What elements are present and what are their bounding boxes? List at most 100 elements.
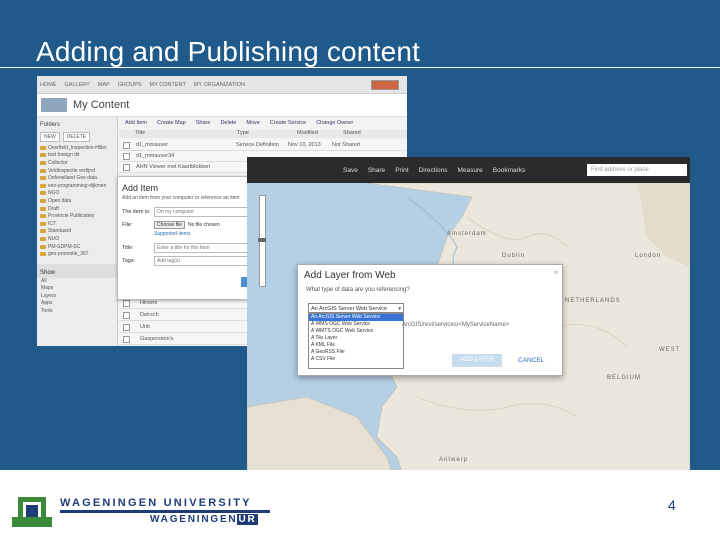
data-type-option[interactable]: A GeoRSS File bbox=[309, 349, 403, 356]
table-row[interactable]: d1_mmauser Service Definition Nov 10, 2013… bbox=[119, 140, 407, 151]
row-checkbox[interactable] bbox=[123, 152, 130, 160]
content-title: My Content bbox=[73, 99, 130, 111]
cell-title[interactable]: Hirsem bbox=[136, 300, 157, 306]
folder-item[interactable]: Veldinspectie verfijnd bbox=[37, 167, 117, 175]
nav-map[interactable]: MAP bbox=[98, 82, 110, 88]
folder-label: test foreign dir bbox=[48, 152, 80, 159]
folder-item[interactable]: Collector bbox=[37, 159, 117, 167]
map-save-button[interactable]: Save bbox=[343, 167, 358, 174]
url-hint: ArcGIS/rest/services/<MyServiceName> bbox=[402, 322, 510, 328]
page-number: 4 bbox=[668, 497, 676, 513]
folder-item[interactable]: Open data bbox=[37, 197, 117, 205]
close-icon[interactable]: × bbox=[553, 268, 558, 277]
nav-my-content[interactable]: MY CONTENT bbox=[150, 82, 186, 88]
item-is-label: The item is: bbox=[122, 208, 151, 215]
cell-title[interactable]: d1_mmauser bbox=[136, 142, 236, 148]
user-menu[interactable] bbox=[371, 79, 399, 90]
folder-label: eeo-programming-dijkmen bbox=[48, 182, 107, 189]
no-file-text: No file chosen bbox=[188, 221, 220, 228]
folder-label: NUO bbox=[48, 235, 60, 242]
show-filter-item[interactable]: Maps bbox=[37, 285, 117, 293]
folder-item[interactable]: geo-promotie_367 bbox=[37, 250, 117, 258]
create-map-button[interactable]: Create Map bbox=[157, 120, 186, 126]
folder-item[interactable]: PM-SDPM-SC bbox=[37, 243, 117, 251]
title-input[interactable]: Enter a title for this item bbox=[154, 242, 249, 253]
show-filter-item[interactable]: Tools bbox=[37, 308, 117, 316]
show-filter-item[interactable]: Apps bbox=[37, 300, 117, 308]
row-checkbox[interactable] bbox=[123, 141, 130, 149]
map-find-input[interactable]: Find address or place bbox=[587, 164, 687, 176]
row-checkbox[interactable] bbox=[123, 323, 130, 331]
wageningen-ur-wordmark: WAGENINGENUR bbox=[150, 514, 258, 525]
delete-folder-button[interactable]: DELETE bbox=[62, 132, 91, 142]
folder-item[interactable]: eeo-programming-dijkmen bbox=[37, 182, 117, 190]
show-filter-item[interactable]: All bbox=[37, 278, 117, 286]
move-button[interactable]: Move bbox=[246, 120, 259, 126]
data-type-option[interactable]: A Tile Layer bbox=[309, 335, 403, 342]
add-item-button[interactable]: Add Item bbox=[125, 120, 147, 126]
data-type-select[interactable]: An ArcGIS Server Web Service ▾ bbox=[308, 303, 404, 313]
nav-groups[interactable]: GROUPS bbox=[118, 82, 142, 88]
create-service-button[interactable]: Create Service bbox=[270, 120, 306, 126]
cell-title[interactable]: Deirsch bbox=[136, 312, 159, 318]
wordmark-ur: UR bbox=[237, 514, 258, 525]
top-nav: HOME GALLERY MAP GROUPS MY CONTENT MY OR… bbox=[37, 76, 407, 94]
supported-items-link[interactable]: Supported items bbox=[118, 231, 251, 237]
cell-title[interactable]: Gasperstein's bbox=[136, 336, 173, 342]
item-source-select[interactable]: On my computer bbox=[154, 206, 249, 217]
tags-input[interactable]: Add tag(s) bbox=[154, 255, 249, 266]
folder-icon bbox=[40, 214, 46, 219]
zoom-slider[interactable] bbox=[258, 195, 266, 287]
add-layer-button[interactable]: ADD LAYER bbox=[452, 354, 502, 367]
folder-item[interactable]: Overfield_Inspection-Hiller bbox=[37, 144, 117, 152]
nav-gallery[interactable]: GALLERY bbox=[65, 82, 90, 88]
col-shared[interactable]: Shared bbox=[343, 130, 361, 138]
map-toolbar: Save Share Print Directions Measure Book… bbox=[247, 157, 690, 183]
choose-file-button[interactable]: Choose file bbox=[154, 220, 186, 229]
folder-item[interactable]: Oefeneiland Geo data bbox=[37, 174, 117, 182]
delete-button[interactable]: Delete bbox=[220, 120, 236, 126]
row-checkbox[interactable] bbox=[123, 163, 130, 171]
folder-item[interactable]: Draft bbox=[37, 205, 117, 213]
map-print-button[interactable]: Print bbox=[395, 167, 408, 174]
map-share-button[interactable]: Share bbox=[368, 167, 385, 174]
cell-title[interactable]: AHN Viewer met Kaartblokken bbox=[136, 164, 236, 170]
row-checkbox[interactable] bbox=[123, 299, 130, 307]
col-title[interactable]: Title bbox=[119, 130, 195, 138]
cancel-button[interactable]: CANCEL bbox=[518, 354, 544, 367]
folder-item[interactable]: test foreign dir bbox=[37, 152, 117, 160]
folder-icon bbox=[40, 206, 46, 211]
zoom-slider-handle[interactable] bbox=[258, 238, 266, 242]
folder-icon bbox=[40, 198, 46, 203]
folder-item[interactable]: NUO bbox=[37, 235, 117, 243]
cell-shared: Not Shared bbox=[332, 142, 360, 148]
wageningen-logo-icon bbox=[12, 497, 52, 527]
folder-item[interactable]: Provincie Publicaties bbox=[37, 212, 117, 220]
show-filter-item[interactable]: Layers bbox=[37, 293, 117, 301]
share-button[interactable]: Share bbox=[196, 120, 211, 126]
nav-my-organization[interactable]: MY ORGANIZATION bbox=[194, 82, 245, 88]
cell-title[interactable]: d1_mmauser34 bbox=[136, 153, 236, 159]
data-type-option[interactable]: A WMTS OGC Web Service bbox=[309, 328, 403, 335]
data-type-option[interactable]: A WMS OGC Web Service bbox=[309, 321, 403, 328]
map-measure-button[interactable]: Measure bbox=[457, 167, 482, 174]
map-directions-button[interactable]: Directions bbox=[419, 167, 448, 174]
folder-label: Standaard bbox=[48, 228, 72, 235]
data-type-options: An ArcGIS Server Web Service A WMS OGC We… bbox=[308, 313, 404, 369]
col-modified[interactable]: Modified bbox=[297, 130, 343, 138]
cell-title[interactable]: Unit bbox=[136, 324, 150, 330]
nav-home[interactable]: HOME bbox=[40, 82, 57, 88]
row-checkbox[interactable] bbox=[123, 335, 130, 343]
row-checkbox[interactable] bbox=[123, 311, 130, 319]
folder-item[interactable]: NGO bbox=[37, 190, 117, 198]
data-type-option[interactable]: An ArcGIS Server Web Service bbox=[309, 314, 403, 321]
folder-item[interactable]: ICT bbox=[37, 220, 117, 228]
col-type[interactable]: Type bbox=[195, 130, 297, 138]
folder-label: Veldinspectie verfijnd bbox=[48, 167, 95, 174]
change-owner-button[interactable]: Change Owner bbox=[316, 120, 353, 126]
map-bookmarks-button[interactable]: Bookmarks bbox=[493, 167, 526, 174]
data-type-option[interactable]: A CSV File bbox=[309, 356, 403, 363]
new-folder-button[interactable]: NEW bbox=[40, 132, 60, 142]
folder-item[interactable]: Standaard bbox=[37, 228, 117, 236]
data-type-option[interactable]: A KML File bbox=[309, 342, 403, 349]
